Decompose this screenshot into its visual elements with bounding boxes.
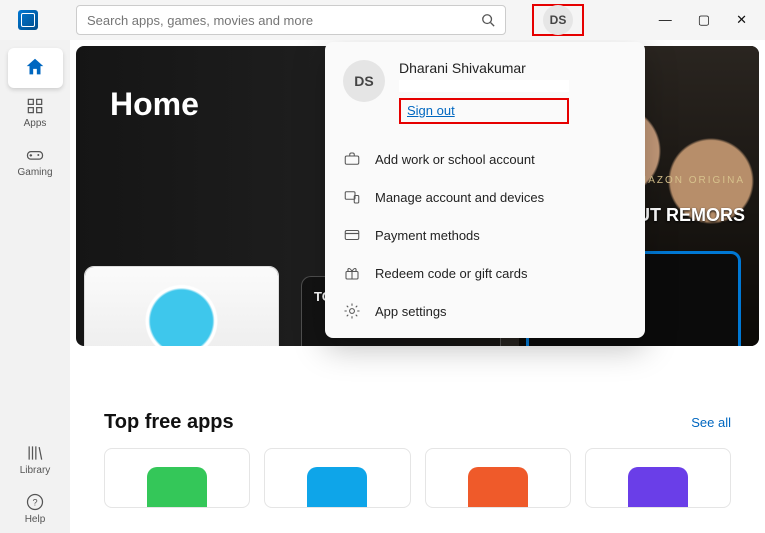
app-card[interactable] [104,448,250,508]
menu-item-label: Manage account and devices [375,190,544,205]
menu-redeem-code[interactable]: Redeem code or gift cards [325,254,645,292]
devices-icon [343,188,361,206]
sidebar-item-home[interactable] [8,48,63,88]
minimize-button[interactable]: — [659,12,672,28]
menu-item-label: App settings [375,304,447,319]
app-tile-icon [147,467,207,507]
account-email-redacted [399,80,569,92]
app-card[interactable] [425,448,571,508]
sidebar-item-gaming[interactable]: Gaming [8,137,63,186]
app-thumbnail [85,267,278,346]
app-tile-icon [468,467,528,507]
gift-icon [343,264,361,282]
menu-item-label: Redeem code or gift cards [375,266,527,281]
search-input[interactable] [87,13,481,28]
sidebar-item-label: Apps [24,118,47,129]
apps-icon [25,96,45,116]
briefcase-icon [343,150,361,168]
app-tile-icon [307,467,367,507]
profile-button-highlight: DS [532,4,584,36]
app-tile-icon [628,467,688,507]
page-title: Home [110,86,199,123]
profile-button[interactable]: DS [543,5,573,35]
account-header: DS Dharani Shivakumar Sign out [325,60,645,134]
card-icon [343,226,361,244]
app-card[interactable] [585,448,731,508]
main-content: Home AMAZON ORIGINA TOM CLANCY'S WITHOUT… [70,40,765,533]
signout-highlight: Sign out [399,98,569,124]
menu-manage-account[interactable]: Manage account and devices [325,178,645,216]
avatar-icon: DS [343,60,385,102]
sidebar-item-label: Gaming [17,167,52,178]
menu-item-label: Payment methods [375,228,480,243]
menu-app-settings[interactable]: App settings [325,292,645,330]
signout-link[interactable]: Sign out [407,103,455,118]
menu-add-work-account[interactable]: Add work or school account [325,140,645,178]
sidebar-item-label: Help [25,514,46,525]
see-all-link[interactable]: See all [691,415,731,430]
svg-text:?: ? [32,497,37,507]
account-name: Dharani Shivakumar [399,60,569,76]
menu-payment-methods[interactable]: Payment methods [325,216,645,254]
sidebar-item-label: Library [20,465,51,476]
gaming-icon [25,145,45,165]
titlebar: DS — ▢ ✕ [0,0,765,40]
maximize-button[interactable]: ▢ [698,12,710,28]
gear-icon [343,302,361,320]
hero-card-app[interactable] [84,266,279,346]
help-icon: ? [25,492,45,512]
store-logo-icon [18,10,38,30]
app-card[interactable] [264,448,410,508]
store-window: DS — ▢ ✕ Apps Gaming Libr [0,0,765,533]
account-flyout: DS Dharani Shivakumar Sign out Add work … [325,42,645,338]
search-bar[interactable] [76,5,506,35]
library-icon [25,443,45,463]
sidebar-item-help[interactable]: ? Help [8,484,63,533]
sidebar-item-apps[interactable]: Apps [8,88,63,137]
top-free-apps-section: Top free apps See all [70,411,765,508]
home-icon [24,56,46,78]
menu-item-label: Add work or school account [375,152,535,167]
close-button[interactable]: ✕ [736,12,747,28]
section-title: Top free apps [104,411,234,434]
account-menu-list: Add work or school account Manage accoun… [325,140,645,330]
search-icon[interactable] [481,13,495,27]
hero-brand-label: AMAZON ORIGINA [629,175,745,186]
sidebar: Apps Gaming Library ? Help [0,40,70,533]
window-controls: — ▢ ✕ [641,0,765,40]
sidebar-item-library[interactable]: Library [8,435,63,484]
